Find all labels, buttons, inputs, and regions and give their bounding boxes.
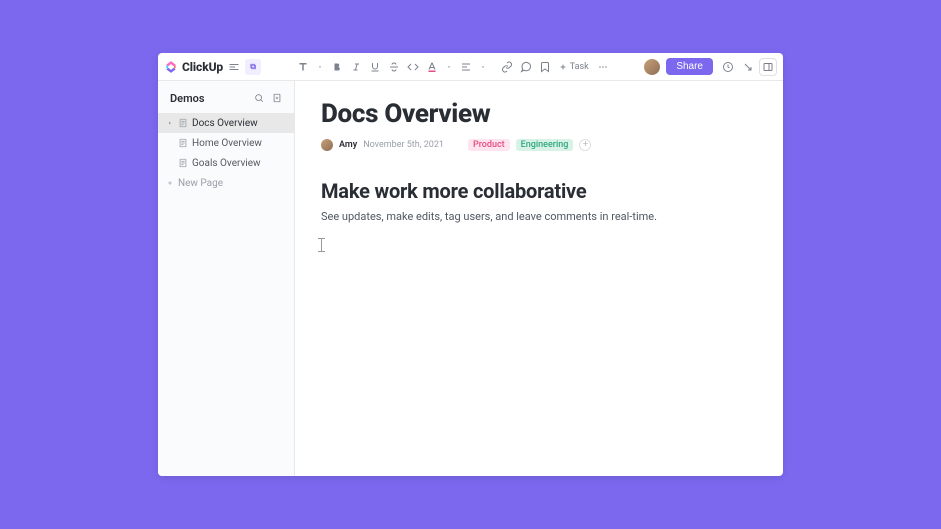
new-page-label: New Page (178, 178, 286, 189)
formatting-toolbar: Task (294, 58, 612, 76)
more-options-button[interactable] (594, 58, 612, 76)
add-task-button[interactable]: Task (555, 62, 593, 72)
sidebar-item-label: Goals Overview (192, 158, 286, 169)
underline-button[interactable] (366, 58, 384, 76)
topbar: ClickUp ⧉ Task Share (158, 53, 783, 81)
bookmark-button[interactable] (536, 58, 554, 76)
caret-right-icon[interactable] (166, 120, 174, 126)
user-avatar[interactable] (644, 59, 660, 75)
section-heading[interactable]: Make work more collaborative (321, 179, 757, 203)
content-area: Demos Docs Overview Home Overview Goals … (158, 81, 783, 476)
share-button[interactable]: Share (666, 58, 713, 75)
doc-icon (178, 138, 188, 148)
minimize-icon[interactable] (739, 58, 757, 76)
doc-icon (178, 118, 188, 128)
sidebar-item-label: Home Overview (192, 138, 286, 149)
brand-name: ClickUp (182, 60, 223, 74)
menu-toggle-icon[interactable] (225, 58, 243, 76)
bold-button[interactable] (328, 58, 346, 76)
body-paragraph[interactable]: See updates, make edits, tag users, and … (321, 209, 757, 226)
clickup-logo-icon (164, 60, 178, 74)
sidebar: Demos Docs Overview Home Overview Goals … (158, 81, 295, 476)
sidebar-title: Demos (170, 92, 248, 105)
code-button[interactable] (404, 58, 422, 76)
sidebar-item-docs-overview[interactable]: Docs Overview (158, 113, 294, 133)
link-button[interactable] (498, 58, 516, 76)
text-style-dropdown[interactable] (294, 58, 312, 76)
logo[interactable]: ClickUp (164, 60, 223, 74)
text-color-button[interactable] (423, 58, 441, 76)
page-title[interactable]: Docs Overview (321, 99, 757, 129)
chevron-down-icon[interactable] (476, 58, 490, 76)
history-icon[interactable] (719, 58, 737, 76)
author-avatar[interactable] (321, 139, 333, 151)
doc-meta-row: Amy November 5th, 2021 Product Engineeri… (321, 139, 757, 151)
search-icon[interactable] (252, 91, 266, 105)
add-page-icon[interactable] (270, 91, 284, 105)
plus-icon (166, 180, 174, 186)
strikethrough-button[interactable] (385, 58, 403, 76)
add-tag-button[interactable]: + (579, 139, 591, 151)
comment-button[interactable] (517, 58, 535, 76)
italic-button[interactable] (347, 58, 365, 76)
chevron-down-icon[interactable] (313, 58, 327, 76)
author-name: Amy (339, 140, 357, 150)
doc-date: November 5th, 2021 (363, 140, 444, 150)
text-cursor-icon (321, 238, 322, 252)
panel-toggle-icon[interactable] (759, 58, 777, 76)
sidebar-item-label: Docs Overview (192, 118, 286, 129)
sidebar-header: Demos (158, 81, 294, 113)
sidebar-item-home-overview[interactable]: Home Overview (158, 133, 294, 153)
sidebar-item-goals-overview[interactable]: Goals Overview (158, 153, 294, 173)
align-button[interactable] (457, 58, 475, 76)
document-editor[interactable]: Docs Overview Amy November 5th, 2021 Pro… (295, 81, 783, 476)
app-window: ClickUp ⧉ Task Share (158, 53, 783, 476)
tag-product[interactable]: Product (468, 139, 510, 151)
doc-icon (178, 158, 188, 168)
chevron-down-icon[interactable] (442, 58, 456, 76)
new-page-button[interactable]: New Page (158, 173, 294, 193)
tag-engineering[interactable]: Engineering (516, 139, 574, 151)
breadcrumb-chip[interactable]: ⧉ (245, 59, 261, 75)
